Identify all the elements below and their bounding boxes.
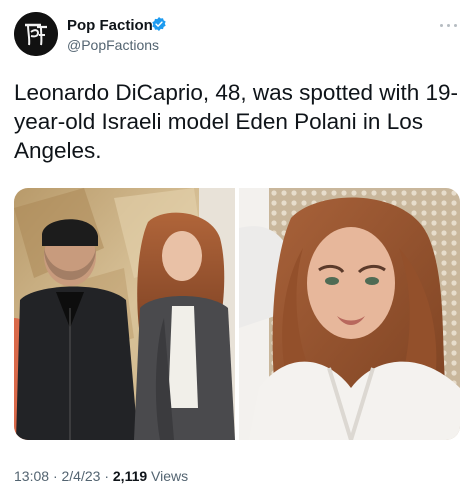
meta-separator: · [104,468,109,484]
author-avatar[interactable] [14,12,58,56]
views-label: Views [151,468,189,484]
media-photo-1[interactable] [14,188,235,440]
more-horizontal-icon[interactable] [437,16,461,34]
tweet-time[interactable]: 13:08 [14,468,49,484]
meta-separator: · [52,468,58,484]
author-name[interactable]: Pop Faction [67,17,153,34]
media-grid [14,188,460,440]
media-photo-2[interactable] [239,188,460,440]
verified-badge-icon [152,17,166,31]
pf-monogram-logo-icon [14,12,58,56]
tweet-text: Leonardo DiCaprio, 48, was spotted with … [14,80,459,163]
tweet-card: Pop Faction @PopFactions Leonardo DiCapr… [0,0,474,493]
views-count: 2,119 [112,468,148,484]
author-handle[interactable]: @PopFactions [67,37,159,53]
tweet-meta: 13:08 · 2/4/23 · 2,119 Views [14,468,188,484]
tweet-date[interactable]: 2/4/23 [62,468,101,484]
